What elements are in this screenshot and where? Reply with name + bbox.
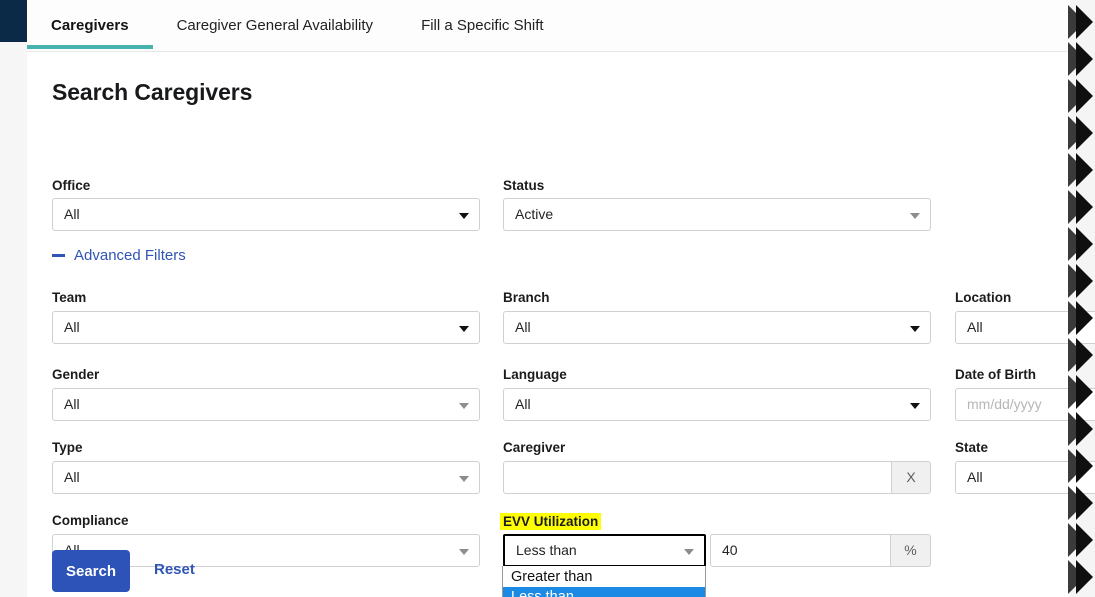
evv-percent-addon: % (891, 534, 931, 567)
select-evv-operator[interactable]: Less than (503, 534, 706, 567)
minus-icon (52, 254, 65, 257)
select-branch[interactable]: All (503, 311, 931, 344)
select-state-value: All (967, 469, 983, 485)
label-office: Office (52, 178, 90, 193)
select-evv-operator-value: Less than (516, 542, 577, 558)
tab-caregiver-general-availability[interactable]: Caregiver General Availability (153, 0, 398, 52)
label-state: State (955, 440, 988, 455)
select-language-value: All (515, 396, 531, 412)
label-language: Language (503, 367, 567, 382)
label-evv-utilization: EVV Utilization (500, 513, 601, 530)
select-language[interactable]: All (503, 388, 931, 421)
label-team: Team (52, 290, 86, 305)
label-type: Type (52, 440, 83, 455)
advanced-filters-label: Advanced Filters (74, 247, 186, 264)
tab-caregivers-label: Caregivers (51, 17, 129, 34)
input-evv-amount[interactable]: 40 (710, 534, 891, 567)
select-office[interactable]: All (52, 198, 480, 231)
chevron-down-icon (459, 476, 469, 482)
label-branch: Branch (503, 290, 550, 305)
right-edge-zigzag (1068, 0, 1095, 597)
evv-operator-option-less-than[interactable]: Less than (503, 587, 705, 597)
percent-label: % (904, 542, 916, 558)
clear-caregiver-button[interactable]: X (892, 461, 931, 494)
sidebar-navy-rail (0, 0, 27, 42)
sidebar-light-rail (0, 42, 27, 597)
search-button[interactable]: Search (52, 550, 130, 592)
select-status-value: Active (515, 206, 553, 222)
page-title: Search Caregivers (52, 79, 252, 106)
search-panel: Search Caregivers Office All Status Acti… (27, 52, 1070, 597)
tab-fill-a-specific-shift-label: Fill a Specific Shift (421, 17, 544, 34)
chevron-down-icon (459, 213, 469, 219)
close-icon: X (906, 469, 915, 485)
input-caregiver[interactable] (503, 461, 892, 494)
select-location-value: All (967, 319, 983, 335)
tab-bar: Caregivers Caregiver General Availabilit… (27, 0, 1070, 52)
tab-caregiver-general-availability-label: Caregiver General Availability (177, 17, 374, 34)
select-team-value: All (64, 319, 80, 335)
label-caregiver: Caregiver (503, 440, 565, 455)
chevron-down-icon (459, 326, 469, 332)
label-status: Status (503, 178, 544, 193)
evv-amount-value: 40 (722, 542, 738, 558)
chevron-down-icon (459, 549, 469, 555)
evv-operator-dropdown[interactable]: Greater than Less than (502, 566, 706, 597)
select-type-value: All (64, 469, 80, 485)
evv-operator-option-greater-than[interactable]: Greater than (503, 567, 705, 587)
chevron-down-icon (910, 213, 920, 219)
select-type[interactable]: All (52, 461, 480, 494)
chevron-down-icon (910, 403, 920, 409)
select-gender[interactable]: All (52, 388, 480, 421)
tab-fill-a-specific-shift[interactable]: Fill a Specific Shift (397, 0, 568, 52)
advanced-filters-toggle[interactable]: Advanced Filters (52, 244, 186, 266)
zigzag-arrows-icon (1068, 0, 1095, 597)
chevron-down-icon (459, 403, 469, 409)
tab-caregivers[interactable]: Caregivers (27, 0, 153, 52)
select-status[interactable]: Active (503, 198, 931, 231)
date-of-birth-placeholder: mm/dd/yyyy (967, 396, 1042, 412)
select-office-value: All (64, 206, 80, 222)
select-team[interactable]: All (52, 311, 480, 344)
label-date-of-birth: Date of Birth (955, 367, 1036, 382)
tab-list: Caregivers Caregiver General Availabilit… (27, 0, 568, 52)
chevron-down-icon (684, 549, 694, 555)
label-gender: Gender (52, 367, 99, 382)
select-gender-value: All (64, 396, 80, 412)
label-compliance: Compliance (52, 513, 129, 528)
label-location: Location (955, 290, 1011, 305)
select-branch-value: All (515, 319, 531, 335)
reset-button[interactable]: Reset (154, 561, 195, 578)
chevron-down-icon (910, 326, 920, 332)
app-screen: Caregivers Caregiver General Availabilit… (0, 0, 1095, 597)
